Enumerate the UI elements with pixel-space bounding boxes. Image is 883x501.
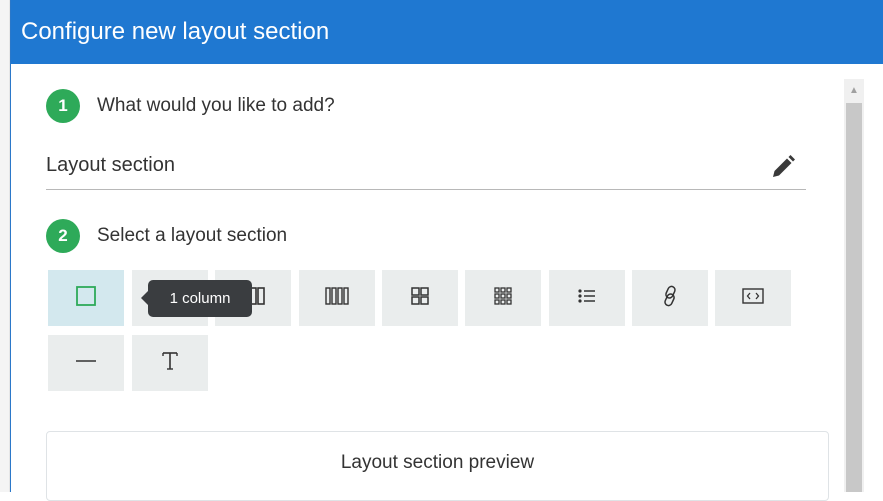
grid-four-icon (408, 284, 432, 313)
pencil-icon[interactable] (766, 150, 800, 184)
link-icon (658, 284, 682, 313)
tile-four-column[interactable] (299, 270, 375, 326)
tile-grid-nine[interactable] (465, 270, 541, 326)
section-type-value: Layout section (46, 154, 175, 176)
tile-code-embed[interactable] (715, 270, 791, 326)
step-2: 2 Select a layout section (46, 219, 287, 253)
step-2-text: Select a layout section (97, 225, 288, 246)
dialog-title: Configure new layout section (21, 18, 330, 45)
preview-label: Layout section preview (340, 452, 535, 473)
scroll-thumb[interactable] (846, 103, 862, 492)
text-icon (158, 349, 182, 378)
tooltip: 1 column (141, 280, 252, 317)
code-embed-icon (740, 284, 766, 313)
one-column-icon (74, 284, 98, 313)
tile-one-column[interactable] (48, 270, 124, 326)
step-1-text: What would you like to add? (97, 95, 335, 116)
step-1: 1 What would you like to add? (46, 89, 335, 123)
tile-list[interactable] (549, 270, 625, 326)
step-2-badge: 2 (46, 219, 80, 253)
configure-layout-dialog: Configure new layout section 1 What woul… (10, 0, 883, 501)
tile-grid-four[interactable] (382, 270, 458, 326)
layout-preview-card: Layout section preview (46, 431, 829, 501)
tile-text[interactable] (132, 335, 208, 391)
tile-link[interactable] (632, 270, 708, 326)
section-type-field[interactable]: Layout section (46, 146, 806, 190)
scrollbar[interactable]: ▲ (844, 79, 864, 492)
dialog-header: Configure new layout section (11, 0, 883, 64)
scroll-up-arrow-icon[interactable]: ▲ (844, 79, 864, 101)
tile-divider[interactable] (48, 335, 124, 391)
grid-nine-icon (491, 284, 515, 313)
background-panel-edge (0, 0, 10, 492)
list-icon (575, 284, 599, 313)
divider-icon (73, 349, 99, 378)
step-1-badge: 1 (46, 89, 80, 123)
four-column-icon (323, 284, 351, 313)
